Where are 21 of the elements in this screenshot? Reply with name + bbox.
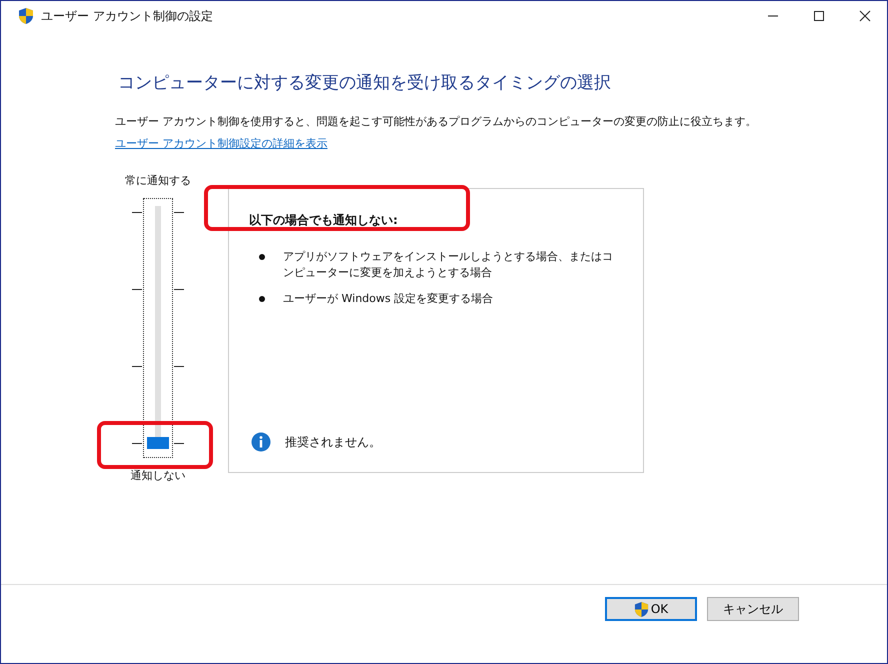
- cancel-button[interactable]: キャンセル: [707, 597, 799, 621]
- shield-icon: [634, 600, 649, 618]
- ok-button[interactable]: OK: [605, 597, 697, 621]
- note-text: 推奨されません。: [285, 434, 381, 450]
- details-link[interactable]: ユーザー アカウント制御設定の詳細を表示: [115, 137, 328, 150]
- bullet-text: ユーザーが Windows 設定を変更する場合: [283, 291, 494, 307]
- slider-thumb[interactable]: [147, 437, 169, 449]
- window-title: ユーザー アカウント制御の設定: [41, 8, 213, 24]
- page-heading: コンピューターに対する変更の通知を受け取るタイミングの選択: [118, 72, 612, 94]
- shield-icon: [18, 7, 34, 25]
- panel-title: 以下の場合でも通知しない:: [249, 213, 398, 227]
- description-text: ユーザー アカウント制御を使用すると、問題を起こす可能性があるプログラムからのコンピューターの変更の防止に役立ちます。: [115, 114, 758, 129]
- slider-top-label: 常に通知する: [125, 173, 191, 188]
- bullet-icon: [259, 296, 265, 302]
- bullet-icon: [259, 254, 265, 260]
- notification-slider[interactable]: [132, 198, 184, 458]
- info-icon: [251, 432, 271, 452]
- bullet-text: アプリがソフトウェアをインストールしようとする場合、またはコンピューターに変更を加えようとする場合: [283, 249, 614, 281]
- close-icon[interactable]: [859, 10, 871, 22]
- maximize-icon[interactable]: [813, 10, 825, 22]
- slider-bottom-label: 通知しない: [130, 468, 186, 483]
